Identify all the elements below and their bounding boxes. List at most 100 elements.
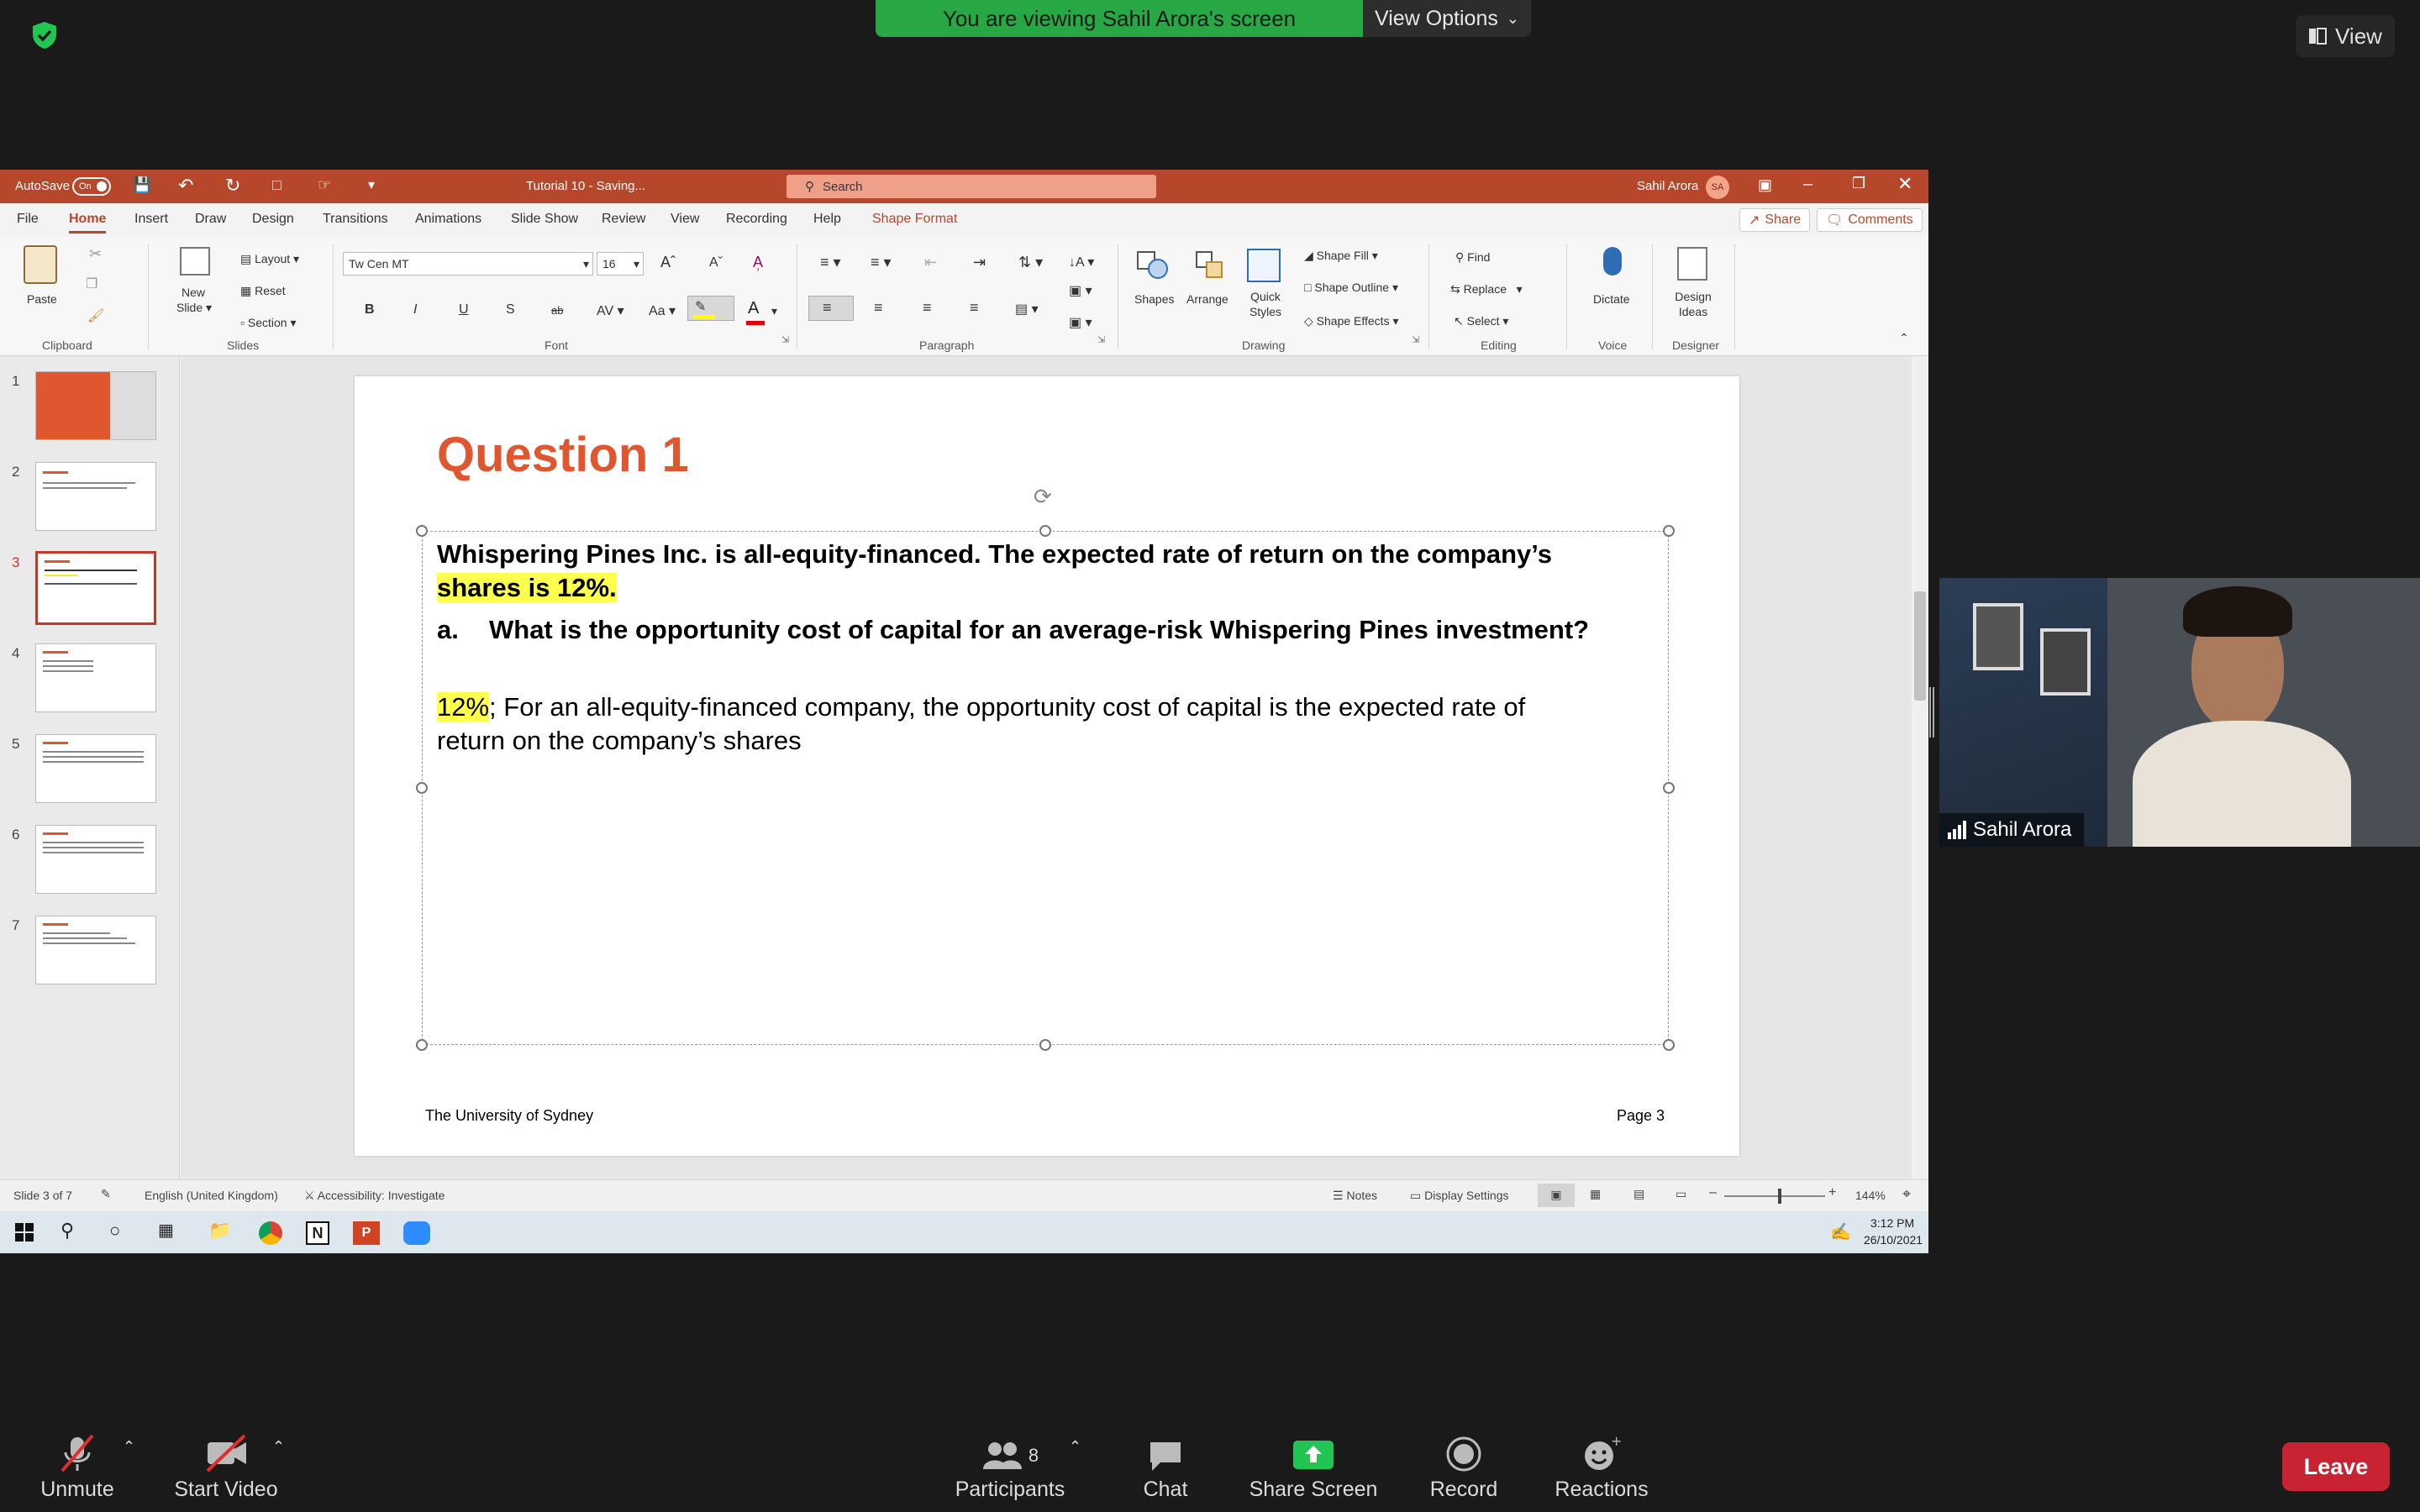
copy-icon[interactable]: ❐: [86, 276, 97, 292]
dictate-label[interactable]: Dictate: [1593, 292, 1630, 306]
pen-icon[interactable]: ✍: [1830, 1221, 1851, 1242]
share-screen-button[interactable]: Share Screen: [1244, 1425, 1383, 1512]
bold-button[interactable]: B: [365, 302, 375, 318]
decrease-indent-icon[interactable]: ⇤: [924, 254, 937, 271]
slide-thumbnail-2[interactable]: [35, 462, 156, 531]
numbering-icon[interactable]: ≡ ▾: [871, 254, 892, 271]
slide-thumbnail-1[interactable]: [35, 371, 156, 440]
taskbar-date[interactable]: 26/10/2021: [1864, 1233, 1923, 1247]
increase-font-icon[interactable]: Aˆ: [660, 254, 676, 271]
record-button[interactable]: Record: [1422, 1425, 1506, 1512]
shape-effects-button[interactable]: ◇ Shape Effects ▾: [1304, 314, 1399, 328]
scrollbar-thumb[interactable]: [1914, 591, 1926, 701]
slide-thumbnail-3[interactable]: [35, 551, 156, 625]
tab-draw[interactable]: Draw: [195, 212, 226, 227]
tab-home[interactable]: Home: [69, 212, 107, 234]
participants-options-icon[interactable]: ⌃: [1069, 1438, 1081, 1456]
taskbar-time[interactable]: 3:12 PM: [1870, 1216, 1914, 1230]
resize-handle[interactable]: [1663, 525, 1675, 537]
ribbon-display-icon[interactable]: ▣: [1758, 176, 1772, 194]
design-ideas-label[interactable]: Design Ideas: [1672, 289, 1714, 319]
tab-slide-show[interactable]: Slide Show: [511, 212, 578, 227]
spelling-icon[interactable]: ✎: [101, 1187, 111, 1201]
autosave-toggle[interactable]: On: [72, 177, 111, 196]
align-right-icon[interactable]: ≡: [923, 299, 932, 317]
slide-thumbnail-5[interactable]: [35, 734, 156, 803]
dialog-launcher-icon[interactable]: ⇲: [781, 334, 789, 345]
chat-button[interactable]: Chat: [1128, 1425, 1203, 1512]
accessibility-status[interactable]: ⚔ Accessibility: Investigate: [304, 1189, 445, 1203]
align-left-button[interactable]: ≡: [808, 296, 854, 321]
resize-handle[interactable]: [416, 1039, 428, 1051]
clear-formatting-icon[interactable]: A̹: [753, 254, 763, 271]
chrome-icon[interactable]: [259, 1221, 282, 1245]
new-slide-label-2[interactable]: Slide ▾: [176, 301, 212, 315]
security-shield-icon[interactable]: [30, 20, 59, 50]
shadow-button[interactable]: S: [506, 302, 515, 318]
decrease-font-icon[interactable]: Aˇ: [709, 255, 723, 270]
video-options-icon[interactable]: ⌃: [272, 1438, 285, 1456]
shapes-label[interactable]: Shapes: [1134, 292, 1174, 306]
resize-handle[interactable]: [1039, 1039, 1051, 1051]
powerpoint-icon[interactable]: P: [353, 1221, 380, 1245]
zoom-app-icon[interactable]: [403, 1221, 430, 1245]
quick-styles-label[interactable]: Quick Styles: [1247, 289, 1284, 319]
design-ideas-icon[interactable]: [1677, 247, 1707, 281]
customize-qat-icon[interactable]: ▾: [368, 176, 375, 193]
rotate-handle-icon[interactable]: ⟳: [1034, 484, 1052, 510]
slide-thumbnail-7[interactable]: [35, 916, 156, 984]
arrange-label[interactable]: Arrange: [1186, 292, 1228, 306]
reset-button[interactable]: ▦ Reset: [240, 284, 286, 298]
notion-icon[interactable]: N: [306, 1221, 329, 1245]
save-icon[interactable]: 💾: [133, 176, 151, 194]
justify-icon[interactable]: ≡: [970, 299, 979, 317]
align-text-icon[interactable]: ▣ ▾: [1069, 282, 1092, 299]
question-paragraph[interactable]: Whispering Pines Inc. is all-equity-fina…: [437, 538, 1589, 647]
microphone-icon[interactable]: [1603, 247, 1622, 276]
dialog-launcher-icon[interactable]: ⇲: [1097, 334, 1105, 345]
search-icon[interactable]: ⚲: [60, 1220, 74, 1242]
answer-paragraph[interactable]: 12%; For an all-equity-financed company,…: [437, 690, 1525, 758]
restore-icon[interactable]: ❐: [1852, 175, 1865, 192]
replace-button[interactable]: ⇆ Replace ▾: [1450, 282, 1523, 297]
change-case-icon[interactable]: Aa ▾: [649, 302, 676, 319]
columns-icon[interactable]: ▤ ▾: [1015, 301, 1039, 318]
vertical-scrollbar[interactable]: [1912, 356, 1928, 1179]
redo-icon[interactable]: ↻: [225, 175, 240, 197]
user-avatar[interactable]: SA: [1706, 176, 1729, 199]
zoom-level[interactable]: 144%: [1855, 1189, 1886, 1202]
slide-3[interactable]: Question 1 ⟳ Whispering Pines Inc. is al…: [355, 376, 1739, 1156]
splitter-handle[interactable]: [1929, 687, 1934, 738]
participants-button[interactable]: 8 Participants: [951, 1425, 1069, 1512]
touch-mode-icon[interactable]: ☞: [318, 176, 331, 194]
slide-thumbnail-4[interactable]: [35, 643, 156, 712]
slide-title[interactable]: Question 1: [437, 427, 689, 483]
increase-indent-icon[interactable]: ⇥: [973, 254, 986, 271]
tab-file[interactable]: File: [17, 212, 39, 227]
tab-view[interactable]: View: [671, 212, 699, 227]
tab-recording[interactable]: Recording: [726, 212, 787, 227]
reading-view-icon[interactable]: ▤: [1634, 1187, 1644, 1201]
tab-transitions[interactable]: Transitions: [323, 212, 388, 227]
font-size-select[interactable]: 16 ▾: [597, 252, 644, 276]
task-view-icon[interactable]: ▦: [158, 1220, 174, 1241]
resize-handle[interactable]: [416, 782, 428, 794]
shape-outline-button[interactable]: □ Shape Outline ▾: [1304, 281, 1398, 295]
layout-button[interactable]: ▤ Layout ▾: [240, 252, 299, 266]
view-options-button[interactable]: View Options ⌄: [1363, 0, 1531, 37]
present-icon[interactable]: □: [272, 176, 281, 194]
close-icon[interactable]: ✕: [1897, 173, 1912, 195]
comments-button[interactable]: 🗨 Comments: [1817, 208, 1923, 232]
fit-slide-icon[interactable]: ⌖: [1902, 1185, 1911, 1203]
resize-handle[interactable]: [416, 525, 428, 537]
bullets-icon[interactable]: ≡ ▾: [820, 254, 841, 271]
share-button[interactable]: ↗ Share: [1739, 208, 1811, 232]
slide-thumbnail-6[interactable]: [35, 825, 156, 894]
tab-shape-format[interactable]: Shape Format: [872, 212, 957, 227]
tab-help[interactable]: Help: [813, 212, 841, 227]
strikethrough-button[interactable]: ab: [551, 304, 563, 317]
align-center-icon[interactable]: ≡: [874, 299, 883, 317]
language[interactable]: English (United Kingdom): [145, 1189, 278, 1202]
underline-button[interactable]: U: [459, 302, 469, 318]
display-settings-button[interactable]: ▭ Display Settings: [1410, 1189, 1509, 1203]
